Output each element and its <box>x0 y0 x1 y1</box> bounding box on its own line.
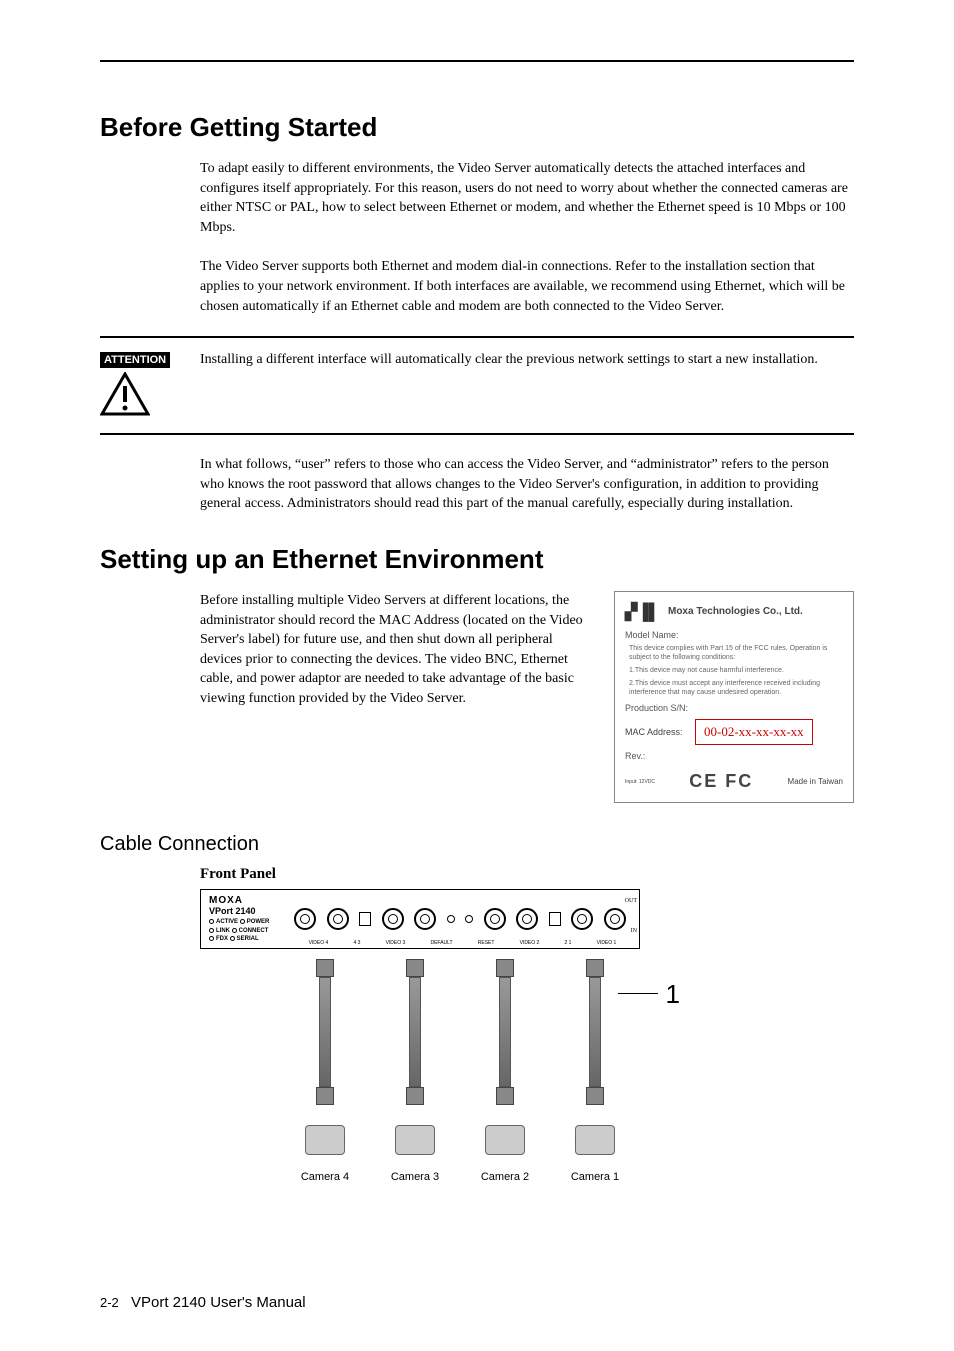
camera-icon <box>385 1115 445 1165</box>
bnc-connector-icon <box>571 908 593 930</box>
front-panel-diagram: MOXA VPort 2140 ACTIVE POWER LINK CONNEC… <box>200 889 640 1183</box>
panel-video-labels: VIDEO 4 4 3 VIDEO 3 DEFAULT RESET VIDEO … <box>296 940 629 946</box>
label-mac-label: MAC Address: <box>625 727 695 737</box>
camera-label-4: Camera 4 <box>290 1171 360 1183</box>
product-label: ▞▐▌ Moxa Technologies Co., Ltd. Model Na… <box>614 591 854 803</box>
warning-icon <box>100 372 150 416</box>
moxa-logo-icon: ▞▐▌ <box>625 602 660 622</box>
bnc-connector-icon <box>484 908 506 930</box>
bnc-connector-icon <box>414 908 436 930</box>
cable-row: 1 <box>280 959 640 1105</box>
bnc-cable-icon <box>405 959 425 1105</box>
attention-label: ATTENTION <box>100 352 170 368</box>
label-mac-value: 00-02-xx-xx-xx-xx <box>695 719 813 745</box>
product-label-wrap: ▞▐▌ Moxa Technologies Co., Ltd. Model Na… <box>614 591 854 803</box>
ce-fc-mark-icon: CE FC <box>689 771 753 792</box>
camera-labels-row: Camera 4 Camera 3 Camera 2 Camera 1 <box>280 1171 640 1183</box>
dip-switch-icon <box>549 912 561 926</box>
label-made-in: Made in Taiwan <box>788 777 843 786</box>
attention-icon-wrap: ATTENTION <box>100 350 200 421</box>
intro-paragraph-1: To adapt easily to different environment… <box>200 159 854 237</box>
label-company: Moxa Technologies Co., Ltd. <box>668 606 803 617</box>
camera-icon <box>475 1115 535 1165</box>
label-fcc-1: This device complies with Part 15 of the… <box>625 644 843 662</box>
callout-number-1: 1 <box>666 979 680 1010</box>
page-number: 2-2 <box>100 1295 119 1310</box>
label-model-name: Model Name: <box>625 630 843 640</box>
panel-out-label: OUT <box>625 898 637 904</box>
label-fcc-3: 2.This device must accept any interferen… <box>625 679 843 697</box>
camera-icon <box>295 1115 355 1165</box>
panel-brand: MOXA <box>209 895 289 906</box>
heading-cable-connection: Cable Connection <box>100 833 854 856</box>
bnc-connector-icon <box>294 908 316 930</box>
attention-callout: ATTENTION Installing a different interfa… <box>100 336 854 435</box>
camera-label-1: Camera 1 <box>560 1171 630 1183</box>
attention-text: Installing a different interface will au… <box>200 350 854 370</box>
bnc-connector-icon <box>516 908 538 930</box>
heading-setting-up-ethernet: Setting up an Ethernet Environment <box>100 544 854 575</box>
label-fcc-2: 1.This device may not cause harmful inte… <box>625 666 843 675</box>
camera-label-3: Camera 3 <box>380 1171 450 1183</box>
bnc-cable-icon <box>585 959 605 1105</box>
ethernet-section: Before installing multiple Video Servers… <box>100 591 854 803</box>
manual-title: VPort 2140 User's Manual <box>131 1294 306 1311</box>
page-footer: 2-2 VPort 2140 User's Manual <box>100 1294 306 1311</box>
front-panel-box: MOXA VPort 2140 ACTIVE POWER LINK CONNEC… <box>200 889 640 949</box>
panel-leds: ACTIVE POWER LINK CONNECT FDX SERIAL <box>209 918 289 943</box>
dip-switch-icon <box>359 912 371 926</box>
bnc-connectors-row <box>289 908 631 930</box>
heading-front-panel: Front Panel <box>200 866 854 883</box>
intro-paragraph-2: The Video Server supports both Ethernet … <box>200 257 854 316</box>
top-rule <box>100 60 854 62</box>
panel-in-label: IN <box>631 928 637 934</box>
bnc-connector-icon <box>327 908 349 930</box>
callout-line <box>618 993 658 994</box>
intro-paragraph-3: In what follows, “user” refers to those … <box>200 455 854 514</box>
bnc-connector-icon <box>382 908 404 930</box>
bnc-connector-icon <box>604 908 626 930</box>
panel-model: VPort 2140 <box>209 906 289 916</box>
bnc-cable-icon <box>495 959 515 1105</box>
default-button-icon <box>447 915 455 923</box>
label-input: Input: 12VDC <box>625 779 655 785</box>
heading-before-getting-started: Before Getting Started <box>100 112 854 143</box>
panel-left-info: MOXA VPort 2140 ACTIVE POWER LINK CONNEC… <box>209 895 289 943</box>
bnc-cable-icon <box>315 959 335 1105</box>
camera-label-2: Camera 2 <box>470 1171 540 1183</box>
label-sn: Production S/N: <box>625 703 843 713</box>
label-rev: Rev.: <box>625 751 843 761</box>
ethernet-paragraph: Before installing multiple Video Servers… <box>200 591 594 709</box>
camera-icon <box>565 1115 625 1165</box>
reset-button-icon <box>465 915 473 923</box>
camera-row <box>280 1115 640 1165</box>
